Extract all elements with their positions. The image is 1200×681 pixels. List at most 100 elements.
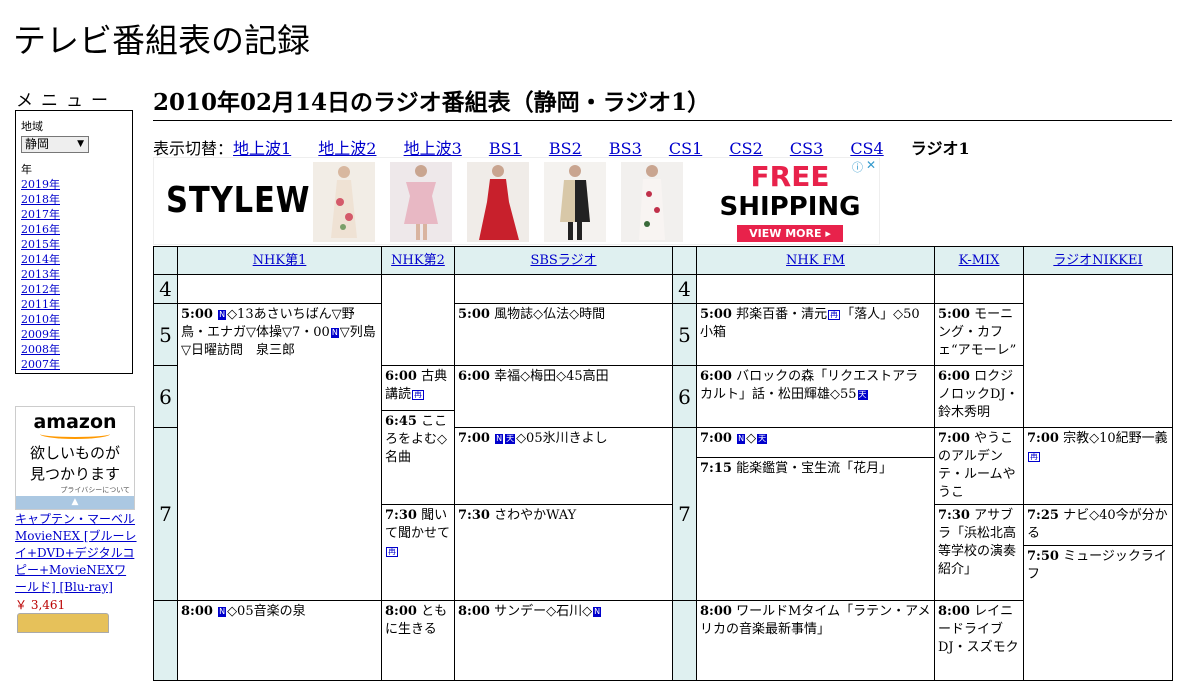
channel-header: ラジオNIKKEI <box>1023 246 1173 275</box>
product-link[interactable]: キャプテン・マーベル MovieNEX [ブルーレイ+DVD+デジタルコピー+M… <box>15 511 137 596</box>
channel-link-bs2[interactable]: BS2 <box>549 139 582 158</box>
year-link[interactable]: 2009年 <box>21 327 127 342</box>
stylewe-logo: STYLEWE <box>166 180 333 221</box>
program-time: 5:00 <box>938 307 970 322</box>
hour-cell: 5 <box>672 303 697 366</box>
rebroadcast-badge: 再 <box>412 390 425 400</box>
program-cell <box>1023 274 1173 428</box>
program-time: 6:00 <box>385 369 417 384</box>
product-thumbnail[interactable] <box>17 613 109 633</box>
program-cell[interactable]: 7:30 聞いて聞かせて再 <box>381 504 455 601</box>
program-title: 宗教◇10紀野一義 <box>1063 431 1168 446</box>
hour-cell: 4 <box>672 274 697 304</box>
weather-badge: 天 <box>505 434 516 444</box>
channel-link-bs1[interactable]: BS1 <box>489 139 522 158</box>
program-cell[interactable]: 8:00 サンデー◇石川◇ N <box>454 600 673 681</box>
channel-switch: 表示切替：地上波1 地上波2 地上波3 BS1 BS2 BS3 CS1 CS2 … <box>153 135 992 159</box>
program-cell[interactable]: 8:00 ともに生きる <box>381 600 455 681</box>
year-link[interactable]: 2007年 <box>21 357 127 372</box>
year-link[interactable]: 2014年 <box>21 252 127 267</box>
program-title: 風物誌◇仏法◇時間 <box>494 307 606 322</box>
program-cell[interactable]: 7:00 やうこのアルデンテ・ルームやうこ <box>934 427 1024 505</box>
program-title: 能楽鑑賞・宝生流「花月」 <box>736 461 893 476</box>
program-cell[interactable]: 8:00 ワールドMタイム「ラテン・アメリカの音楽最新事情」 <box>696 600 935 681</box>
program-cell <box>934 274 1024 304</box>
program-cell[interactable]: 5:00 N ◇13あさいちばん▽野鳥・エナガ▽体操▽7・00 N ▽列島▽日曜訪問 … <box>177 303 382 601</box>
program-time: 6:00 <box>938 369 970 384</box>
stylewe-ad[interactable]: STYLEWE FREE SHIPPING VIEW MORE ▸ ⓘ ✕ <box>153 157 880 245</box>
program-cell[interactable]: 6:45 こころをよむ◇名曲 <box>381 410 455 505</box>
region-label: 地域 <box>21 120 43 133</box>
channel-header-link[interactable]: K-MIX <box>959 253 1000 268</box>
info-icon[interactable]: ⓘ <box>852 159 863 175</box>
channel-link-cs2[interactable]: CS2 <box>729 139 762 158</box>
program-time: 5:00 <box>700 307 732 322</box>
program-cell[interactable]: 5:00 モーニング・カフェ“アモーレ” <box>934 303 1024 366</box>
year-link[interactable]: 2018年 <box>21 192 127 207</box>
region-value: 静岡 <box>25 137 50 151</box>
program-cell[interactable]: 7:15 能楽鑑賞・宝生流「花月」 <box>696 457 935 601</box>
program-time: 6:45 <box>385 414 417 429</box>
program-cell[interactable]: 6:00 幸福◇梅田◇45高田 <box>454 365 673 428</box>
amazon-privacy-link[interactable]: プライバシーについて <box>16 485 134 495</box>
program-cell[interactable]: 5:00 邦楽百番・清元再「落人」◇50小箱 <box>696 303 935 366</box>
channel-header-link[interactable]: NHK第2 <box>391 253 445 268</box>
program-cell[interactable]: 7:50 ミュージックライフ <box>1023 545 1173 681</box>
channel-header: K-MIX <box>934 246 1024 275</box>
program-cell[interactable]: 7:00 宗教◇10紀野一義再 <box>1023 427 1173 505</box>
region-select[interactable]: 静岡 ▼ <box>21 136 89 153</box>
year-link[interactable]: 2015年 <box>21 237 127 252</box>
program-cell[interactable]: 7:30 さわやかWAY <box>454 504 673 601</box>
year-link[interactable]: 2011年 <box>21 297 127 312</box>
program-cell[interactable]: 7:30 アサブラ「浜松北高等学校の演奏紹介」 <box>934 504 1024 601</box>
program-cell[interactable]: 8:00 N ◇05音楽の泉 <box>177 600 382 681</box>
chevron-up-icon[interactable]: ▲ <box>16 496 134 509</box>
channel-link-cs4[interactable]: CS4 <box>850 139 883 158</box>
program-time: 7:30 <box>458 508 490 523</box>
channel-link-cs3[interactable]: CS3 <box>790 139 823 158</box>
year-link[interactable]: 2016年 <box>21 222 127 237</box>
year-link[interactable]: 2017年 <box>21 207 127 222</box>
amazon-tagline: 欲しいものが 見つかります <box>16 443 134 485</box>
program-time: 5:00 <box>181 307 213 322</box>
program-title: ワールドMタイム「ラテン・アメリカの音楽最新事情」 <box>700 604 931 637</box>
channel-link-chijo2[interactable]: 地上波2 <box>318 139 376 158</box>
program-time: 7:30 <box>938 508 970 523</box>
channel-switch-label: 表示切替： <box>153 139 234 158</box>
program-cell[interactable]: 5:00 風物誌◇仏法◇時間 <box>454 303 673 366</box>
program-time: 6:00 <box>458 369 490 384</box>
program-cell[interactable]: 6:00 古典講読再 <box>381 365 455 411</box>
year-link[interactable]: 2019年 <box>21 177 127 192</box>
view-more-button[interactable]: VIEW MORE ▸ <box>737 225 843 242</box>
close-icon[interactable]: ✕ <box>866 158 876 172</box>
channel-link-chijo3[interactable]: 地上波3 <box>404 139 462 158</box>
weather-badge: 天 <box>757 434 768 444</box>
header-blank <box>672 246 697 275</box>
channel-current: ラジオ1 <box>910 139 970 158</box>
program-cell[interactable]: 8:00 レイニードライブDJ・スズモク <box>934 600 1024 681</box>
program-time: 8:00 <box>938 604 970 619</box>
year-link[interactable]: 2013年 <box>21 267 127 282</box>
site-title: テレビ番組表の記録 <box>13 21 310 60</box>
channel-link-chijo1[interactable]: 地上波1 <box>233 139 291 158</box>
year-link[interactable]: 2008年 <box>21 342 127 357</box>
program-cell[interactable]: 6:00 バロックの森「リクエストアラカルト」話・松田輝雄◇55 天 <box>696 365 935 428</box>
header-blank <box>153 246 178 275</box>
year-list: 2019年 2018年 2017年 2016年 2015年 2014年 2013… <box>21 177 127 372</box>
program-cell[interactable]: 7:00 N ◇ 天 <box>696 427 935 458</box>
channel-link-cs1[interactable]: CS1 <box>669 139 702 158</box>
program-cell[interactable]: 6:00 ロクジノロックDJ・鈴木秀明 <box>934 365 1024 428</box>
year-link[interactable]: 2012年 <box>21 282 127 297</box>
amazon-ad[interactable]: amazon 欲しいものが 見つかります プライバシーについて ▲ <box>15 406 135 510</box>
channel-header-link[interactable]: SBSラジオ <box>530 253 596 268</box>
channel-header-link[interactable]: NHK第1 <box>253 253 307 268</box>
program-title: ◇ <box>746 431 757 446</box>
channel-header-link[interactable]: ラジオNIKKEI <box>1053 253 1142 268</box>
program-cell[interactable]: 7:25 ナビ◇40今が分かる <box>1023 504 1173 546</box>
channel-link-bs3[interactable]: BS3 <box>609 139 642 158</box>
program-cell[interactable]: 7:00 N 天 ◇05氷川きよし <box>454 427 673 505</box>
channel-header-link[interactable]: NHK FM <box>786 253 845 268</box>
hour-cell: 6 <box>153 365 178 428</box>
year-link[interactable]: 2010年 <box>21 312 127 327</box>
program-time: 8:00 <box>458 604 490 619</box>
